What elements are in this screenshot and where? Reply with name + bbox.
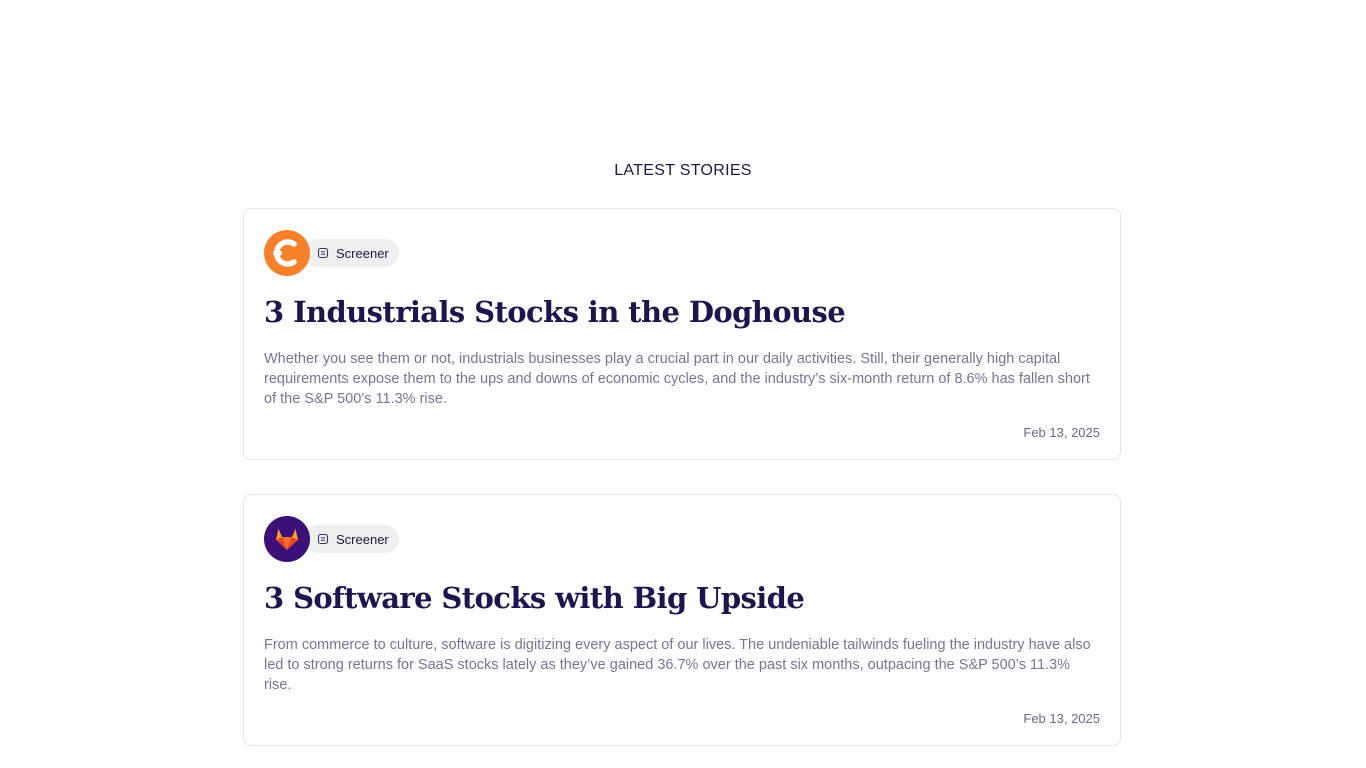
document-icon [316, 247, 329, 260]
page: LATEST STORIES Screener 3 Industrials St… [0, 0, 1366, 768]
gitlab-fox-logo-icon[interactable] [264, 516, 310, 562]
story-date: Feb 13, 2025 [1023, 711, 1100, 726]
tag-label: Screener [336, 531, 389, 547]
tag-label: Screener [336, 245, 389, 261]
tag-badge[interactable]: Screener [304, 239, 399, 267]
story-title[interactable]: 3 Software Stocks with Big Upside [264, 581, 805, 615]
story-excerpt: Whether you see them or not, industrials… [264, 351, 1090, 407]
story-meta: Screener [264, 230, 399, 276]
story-card[interactable]: Screener 3 Industrials Stocks in the Dog… [243, 208, 1121, 460]
story-card[interactable]: Screener 3 Software Stocks with Big Upsi… [243, 494, 1121, 746]
story-meta: Screener [264, 516, 399, 562]
story-date: Feb 13, 2025 [1023, 425, 1100, 440]
orange-c-logo-icon[interactable] [264, 230, 310, 276]
document-icon [316, 533, 329, 546]
story-title[interactable]: 3 Industrials Stocks in the Doghouse [264, 295, 846, 329]
tag-badge[interactable]: Screener [304, 525, 399, 553]
story-excerpt: From commerce to culture, software is di… [264, 637, 1091, 693]
section-title: LATEST STORIES [614, 162, 752, 179]
